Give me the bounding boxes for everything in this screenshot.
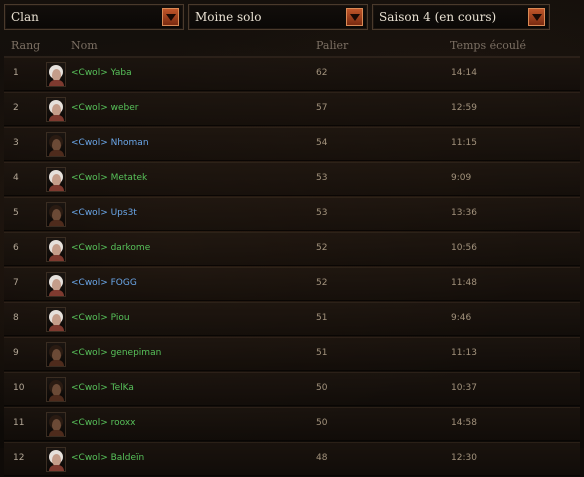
- player-name-link[interactable]: <Cwol> rooxx: [71, 418, 136, 428]
- chevron-down-icon[interactable]: [162, 8, 179, 26]
- leaderboard-row[interactable]: 4 <Cwol> Metatek 53 9:09: [4, 162, 580, 196]
- row-tier: 51: [316, 313, 328, 323]
- row-rank: 8: [13, 313, 19, 323]
- player-name-link[interactable]: <Cwol> Metatek: [71, 173, 147, 183]
- player-name-link[interactable]: <Cwol> FOGG: [71, 278, 137, 288]
- category-dropdown-value: Clan: [11, 10, 39, 24]
- player-name-link[interactable]: <Cwol> weber: [71, 103, 138, 113]
- player-name-link[interactable]: <Cwol> genepiman: [71, 348, 161, 358]
- row-time: 14:58: [451, 418, 477, 428]
- row-tier: 53: [316, 208, 328, 218]
- row-rank: 1: [13, 68, 19, 78]
- leaderboard-row[interactable]: 12 <Cwol> Baldeïn 48 12:30: [4, 442, 580, 476]
- leaderboard-row[interactable]: 5 <Cwol> Ups3t 53 13:36: [4, 197, 580, 231]
- row-rank: 12: [13, 453, 25, 463]
- row-rank: 5: [13, 208, 19, 218]
- row-rank: 11: [13, 418, 25, 428]
- row-tier: 52: [316, 278, 328, 288]
- male-portrait-icon: [46, 342, 66, 367]
- row-time: 11:48: [451, 278, 477, 288]
- chevron-down-icon[interactable]: [346, 8, 363, 26]
- row-tier: 50: [316, 383, 328, 393]
- row-tier: 48: [316, 453, 328, 463]
- row-rank: 10: [13, 383, 25, 393]
- female-portrait-icon: [46, 237, 66, 262]
- row-tier: 62: [316, 68, 328, 78]
- player-name-link[interactable]: <Cwol> TelKa: [71, 383, 134, 393]
- row-tier: 50: [316, 418, 328, 428]
- row-rank: 4: [13, 173, 19, 183]
- female-portrait-icon: [46, 97, 66, 122]
- player-name-link[interactable]: <Cwol> Yaba: [71, 68, 132, 78]
- male-portrait-icon: [46, 377, 66, 402]
- male-portrait-icon: [46, 202, 66, 227]
- row-rank: 9: [13, 348, 19, 358]
- leaderboard-row[interactable]: 9 <Cwol> genepiman 51 11:13: [4, 337, 580, 371]
- column-header-time[interactable]: Temps écoulé: [450, 39, 526, 52]
- female-portrait-icon: [46, 272, 66, 297]
- leaderboard-row[interactable]: 11 <Cwol> rooxx 50 14:58: [4, 407, 580, 441]
- row-rank: 6: [13, 243, 19, 253]
- row-time: 10:56: [451, 243, 477, 253]
- column-header-name[interactable]: Nom: [71, 39, 98, 52]
- row-tier: 51: [316, 348, 328, 358]
- row-tier: 53: [316, 173, 328, 183]
- female-portrait-icon: [46, 307, 66, 332]
- player-name-link[interactable]: <Cwol> Nhoman: [71, 138, 149, 148]
- leaderboard-header: Rang Nom Palier Temps écoulé: [4, 36, 580, 57]
- leaderboard-row[interactable]: 3 <Cwol> Nhoman 54 11:15: [4, 127, 580, 161]
- row-tier: 54: [316, 138, 328, 148]
- mode-dropdown[interactable]: Moine solo: [188, 4, 368, 30]
- row-rank: 3: [13, 138, 19, 148]
- female-portrait-icon: [46, 447, 66, 472]
- player-name-link[interactable]: <Cwol> Ups3t: [71, 208, 137, 218]
- female-portrait-icon: [46, 62, 66, 87]
- leaderboard-row[interactable]: 7 <Cwol> FOGG 52 11:48: [4, 267, 580, 301]
- row-rank: 7: [13, 278, 19, 288]
- row-time: 9:46: [451, 313, 472, 323]
- mode-dropdown-value: Moine solo: [195, 10, 262, 24]
- leaderboard-row[interactable]: 6 <Cwol> darkome 52 10:56: [4, 232, 580, 266]
- player-name-link[interactable]: <Cwol> Piou: [71, 313, 130, 323]
- leaderboard-rows: 1 <Cwol> Yaba 62 14:14 2 <Cwol> weber 57 12:59 3…: [4, 57, 580, 477]
- row-time: 11:13: [451, 348, 477, 358]
- season-dropdown[interactable]: Saison 4 (en cours): [372, 4, 550, 30]
- season-dropdown-value: Saison 4 (en cours): [379, 10, 497, 24]
- column-header-tier[interactable]: Palier: [316, 39, 348, 52]
- male-portrait-icon: [46, 412, 66, 437]
- category-dropdown[interactable]: Clan: [4, 4, 184, 30]
- row-time: 11:15: [451, 138, 477, 148]
- row-time: 14:14: [451, 68, 477, 78]
- chevron-down-icon[interactable]: [528, 8, 545, 26]
- player-name-link[interactable]: <Cwol> Baldeïn: [71, 453, 144, 463]
- row-time: 13:36: [451, 208, 477, 218]
- row-time: 12:30: [451, 453, 477, 463]
- filter-bar: Clan Moine solo Saison 4 (en cours): [4, 4, 580, 32]
- leaderboard-row[interactable]: 1 <Cwol> Yaba 62 14:14: [4, 57, 580, 91]
- row-tier: 52: [316, 243, 328, 253]
- player-name-link[interactable]: <Cwol> darkome: [71, 243, 150, 253]
- row-tier: 57: [316, 103, 328, 113]
- row-time: 10:37: [451, 383, 477, 393]
- row-time: 12:59: [451, 103, 477, 113]
- leaderboard-row[interactable]: 8 <Cwol> Piou 51 9:46: [4, 302, 580, 336]
- row-time: 9:09: [451, 173, 472, 183]
- leaderboard-row[interactable]: 2 <Cwol> weber 57 12:59: [4, 92, 580, 126]
- female-portrait-icon: [46, 167, 66, 192]
- male-portrait-icon: [46, 132, 66, 157]
- leaderboard-row[interactable]: 10 <Cwol> TelKa 50 10:37: [4, 372, 580, 406]
- row-rank: 2: [13, 103, 19, 113]
- column-header-rank[interactable]: Rang: [11, 39, 40, 52]
